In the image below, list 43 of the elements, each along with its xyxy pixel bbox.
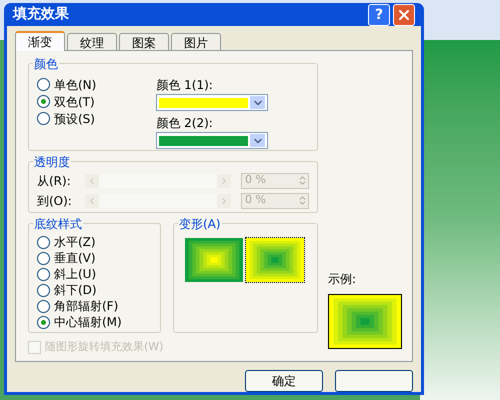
spinner-icon	[297, 195, 308, 206]
radio-label: 预设(S)	[54, 110, 95, 128]
group-title: 变形(A)	[178, 215, 222, 233]
tab[interactable]: 渐变	[15, 31, 65, 51]
color-label: 颜色 1(1):	[156, 77, 214, 94]
radio-label: 斜下(D)	[54, 282, 97, 299]
radio-button[interactable]	[37, 236, 50, 248]
radio-label: 水平(Z)	[54, 234, 96, 251]
color-label: 颜色 2(2):	[156, 115, 214, 132]
radio-button[interactable]	[37, 95, 50, 108]
color-dropdown[interactable]	[156, 132, 268, 149]
close-button[interactable]	[393, 4, 415, 26]
radio-button[interactable]	[37, 284, 50, 296]
radio-label: 双色(T)	[54, 94, 95, 110]
radio-label: 单色(N)	[54, 76, 96, 94]
dialog-button[interactable]: 确定	[245, 370, 323, 392]
radio-button[interactable]	[37, 252, 50, 264]
radio-label: 角部辐射(F)	[54, 298, 118, 315]
group-title: 颜色	[33, 55, 59, 73]
variant-swatch[interactable]	[246, 238, 304, 282]
radio-label: 斜上(U)	[54, 266, 96, 283]
radio-label: 中心辐射(M)	[54, 314, 122, 331]
sample-label: 示例:	[328, 271, 358, 288]
window-title: 填充效果	[13, 4, 70, 24]
tab[interactable]: 图片	[171, 33, 221, 50]
variant-swatch[interactable]	[185, 238, 243, 282]
tab[interactable]: 图案	[119, 33, 169, 50]
radio-label: 垂直(V)	[54, 250, 96, 267]
radio-button[interactable]	[37, 316, 50, 328]
tab[interactable]: 纹理	[67, 33, 117, 50]
radio-button[interactable]	[37, 300, 50, 312]
help-button[interactable]: ?	[368, 4, 390, 26]
sample-preview	[329, 295, 401, 348]
group-title: 底纹样式	[33, 215, 83, 233]
color-dropdown[interactable]	[156, 94, 268, 111]
checkbox-label: 随图形旋转填充效果(W)	[45, 339, 164, 355]
transparency-label: 从(R):	[37, 172, 72, 190]
transparency-label: 到(O):	[37, 192, 73, 210]
radio-button[interactable]	[37, 78, 50, 91]
radio-button[interactable]	[37, 268, 50, 280]
radio-button[interactable]	[37, 112, 50, 125]
spinner-icon	[297, 175, 308, 186]
dialog-button[interactable]	[335, 370, 413, 392]
